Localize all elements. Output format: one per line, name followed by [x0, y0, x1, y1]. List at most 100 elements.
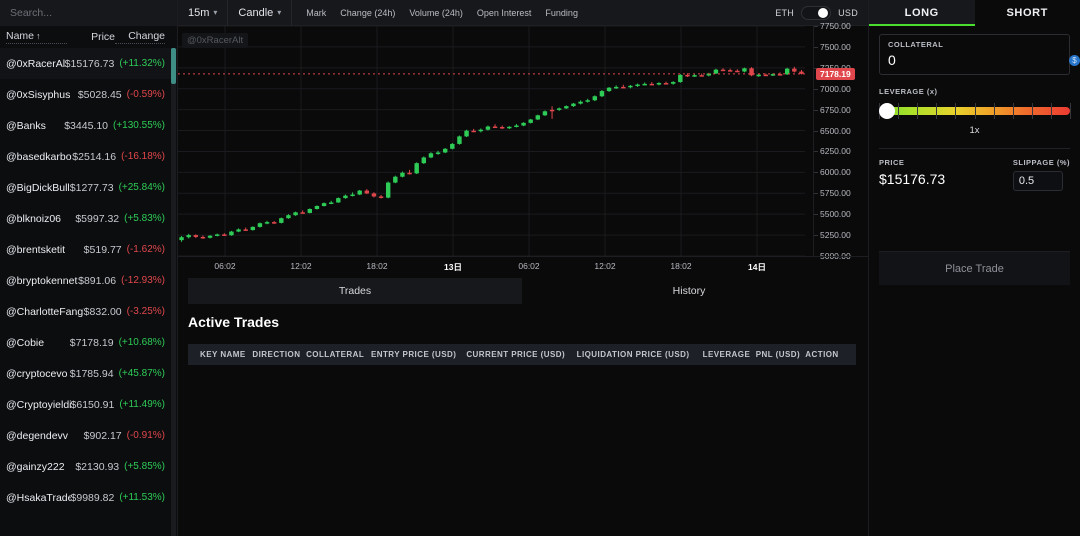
chart-x-axis: 06:0212:0218:0213日06:0212:0218:0214日: [178, 256, 868, 276]
market-list-header: Name ↑ Price Change: [0, 26, 177, 48]
y-axis-tick-label: 5250.00: [820, 230, 851, 240]
collateral-token[interactable]: USDC: [1069, 54, 1080, 66]
price-chart[interactable]: @0xRacerAlt 7750.007500.007250.007000.00…: [178, 26, 868, 256]
y-axis-tick-mark: [814, 214, 818, 215]
market-row-name: @0xSisyphus: [6, 89, 78, 101]
collateral-field[interactable]: COLLATERAL USDC: [879, 34, 1070, 75]
market-row[interactable]: @gainzy222$2130.93(+5.85%): [0, 451, 177, 482]
market-row-change: (+130.55%): [113, 120, 165, 131]
toolbar-item-mark[interactable]: Mark: [306, 8, 326, 18]
market-row-name: @CharlotteFang77: [6, 306, 84, 318]
column-header: CURRENT PRICE (USD): [466, 344, 576, 365]
market-row-name: @0xRacerAlt: [6, 58, 65, 70]
usdc-icon: [1069, 55, 1080, 66]
market-row-change: (+45.87%): [119, 368, 165, 379]
toolbar-item-open-interest[interactable]: Open Interest: [477, 8, 532, 18]
market-row-price: $1785.94: [70, 368, 114, 380]
currency-toggle-group: ETH USD: [775, 6, 868, 20]
toolbar-item-funding[interactable]: Funding: [545, 8, 578, 18]
market-row[interactable]: @Cryptoyieldinfo$6150.91(+11.49%): [0, 389, 177, 420]
market-row-change: (+11.53%): [119, 492, 165, 503]
leverage-slider-ticks: [879, 103, 1070, 119]
tab-history[interactable]: History: [522, 278, 856, 304]
market-row[interactable]: @basedkarbon$2514.16(-16.18%): [0, 141, 177, 172]
market-row[interactable]: @0xRacerAlt$15176.73(+11.32%): [0, 48, 177, 79]
y-axis-tick-mark: [814, 193, 818, 194]
market-row[interactable]: @brentsketit$519.77(-1.62%): [0, 234, 177, 265]
sidebar-scrollbar-thumb[interactable]: [171, 48, 176, 84]
chart-toolbar: 15m ▾ Candle ▾ Mark Change (24h) Volume (2…: [178, 0, 868, 26]
tab-short[interactable]: SHORT: [975, 0, 1080, 26]
column-header: DIRECTION: [252, 344, 306, 365]
price-slippage-row: PRICE $15176.73 SLIPPAGE (%): [879, 158, 1070, 191]
market-row-change: (+11.49%): [119, 399, 165, 410]
column-header-name[interactable]: Name ↑: [6, 30, 67, 44]
market-row-price: $519.77: [84, 244, 122, 256]
y-axis-tick-mark: [814, 172, 818, 173]
y-axis-tick-mark: [814, 89, 818, 90]
market-row[interactable]: @degendevv$902.17(-0.91%): [0, 420, 177, 451]
currency-toggle[interactable]: [801, 6, 831, 20]
market-row-price: $891.06: [78, 275, 116, 287]
column-header-change[interactable]: Change: [115, 30, 165, 44]
toolbar-item-volume-24h[interactable]: Volume (24h): [409, 8, 463, 18]
leverage-slider-knob[interactable]: [879, 103, 895, 119]
search-input[interactable]: [10, 7, 167, 19]
sort-ascending-icon: ↑: [36, 31, 41, 41]
currency-left-label: ETH: [775, 8, 794, 18]
market-row-change: (-0.91%): [127, 430, 165, 441]
slippage-block: SLIPPAGE (%): [1013, 158, 1070, 191]
column-header-price[interactable]: Price: [67, 31, 115, 43]
column-header: ACTION: [805, 344, 856, 365]
place-trade-button[interactable]: Place Trade: [879, 251, 1070, 285]
tab-long[interactable]: LONG: [869, 0, 975, 26]
column-header: ENTRY PRICE (USD): [371, 344, 466, 365]
chart-plot-area[interactable]: @0xRacerAlt: [178, 26, 813, 256]
x-axis-tick-label: 06:02: [214, 261, 235, 271]
candlestick-svg: [178, 26, 805, 256]
search-bar[interactable]: [0, 0, 177, 26]
currency-right-label: USD: [838, 8, 858, 18]
x-axis-tick-label: 18:02: [366, 261, 387, 271]
trade-panel-filler: [869, 285, 1080, 536]
trade-form: COLLATERAL USDC LEVERAGE (x) 1x: [869, 26, 1080, 285]
tab-trades[interactable]: Trades: [188, 278, 522, 304]
chart-watermark: @0xRacerAlt: [182, 33, 248, 48]
market-row-change: (-0.59%): [127, 89, 165, 100]
market-row-name: @brentsketit: [6, 244, 84, 256]
toolbar-item-change-24h[interactable]: Change (24h): [340, 8, 395, 18]
y-axis-tick-label: 7750.00: [820, 21, 851, 31]
market-list[interactable]: @0xRacerAlt$15176.73(+11.32%)@0xSisyphus…: [0, 48, 177, 536]
market-row-change: (-3.25%): [127, 306, 165, 317]
price-label: PRICE: [879, 158, 1013, 167]
market-row[interactable]: @cryptocevo$1785.94(+45.87%): [0, 358, 177, 389]
slippage-input[interactable]: [1013, 171, 1063, 191]
active-trades-title: Active Trades: [188, 314, 856, 330]
market-row-name: @gainzy222: [6, 461, 75, 473]
market-row[interactable]: @blknoiz06$5997.32(+5.83%): [0, 203, 177, 234]
market-row[interactable]: @BigDickBull69$1277.73(+25.84%): [0, 172, 177, 203]
market-row[interactable]: @HsakaTrades$9989.82(+11.53%): [0, 482, 177, 513]
sidebar-scrollbar-track[interactable]: [171, 48, 176, 536]
market-list-sidebar: Name ↑ Price Change @0xRacerAlt$15176.73…: [0, 0, 178, 536]
toolbar-metric-items: Mark Change (24h) Volume (24h) Open Interes…: [292, 8, 578, 18]
market-row-name: @HsakaTrades: [6, 492, 71, 504]
leverage-slider[interactable]: [879, 103, 1070, 119]
market-row[interactable]: @0xSisyphus$5028.45 (-0.59%): [0, 79, 177, 110]
interval-selector[interactable]: 15m ▾: [178, 0, 228, 26]
market-row[interactable]: @CharlotteFang77$832.00(-3.25%): [0, 296, 177, 327]
market-row[interactable]: @Cobie$7178.19(+10.68%): [0, 327, 177, 358]
market-row-price: $1277.73: [70, 182, 114, 194]
market-row[interactable]: @Banks$3445.10(+130.55%): [0, 110, 177, 141]
market-row-price: $5997.32: [75, 213, 119, 225]
chart-y-axis: 7750.007500.007250.007000.006750.006500.…: [813, 26, 868, 256]
leverage-label: LEVERAGE (x): [879, 87, 1070, 96]
collateral-input[interactable]: [888, 52, 1069, 68]
market-row-name: @BigDickBull69: [6, 182, 70, 194]
y-axis-tick-label: 6500.00: [820, 126, 851, 136]
market-row-price: $5028.45: [78, 89, 122, 101]
chart-type-selector[interactable]: Candle ▾: [228, 0, 292, 26]
column-header: LEVERAGE: [703, 344, 756, 365]
market-row-name: @Cobie: [6, 337, 70, 349]
market-row[interactable]: @bryptokenneth3$891.06(-12.93%): [0, 265, 177, 296]
